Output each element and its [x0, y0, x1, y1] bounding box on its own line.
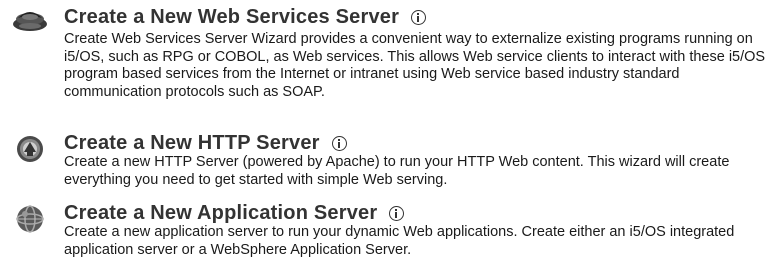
application-server-link[interactable]: Create a New Application Server	[64, 202, 377, 225]
http-server-link[interactable]: Create a New HTTP Server	[64, 132, 320, 155]
web-services-server-icon[interactable]	[10, 4, 50, 34]
info-icon[interactable]	[411, 10, 427, 25]
application-server-icon[interactable]	[10, 204, 50, 234]
title-row: Create a New Web Services Server	[64, 6, 427, 29]
web-services-server-link[interactable]: Create a New Web Services Server	[64, 6, 399, 29]
info-icon[interactable]	[389, 206, 405, 221]
http-server-icon[interactable]	[10, 134, 50, 164]
http-server-description: Create a new HTTP Server (powered by Apa…	[64, 154, 730, 188]
title-row: Create a New Application Server	[64, 202, 405, 225]
info-icon[interactable]	[331, 136, 347, 151]
application-server-description: Create a new application server to run y…	[64, 224, 735, 258]
title-row: Create a New HTTP Server	[64, 132, 347, 155]
web-services-server-description: Create Web Services Server Wizard provid…	[64, 31, 766, 100]
